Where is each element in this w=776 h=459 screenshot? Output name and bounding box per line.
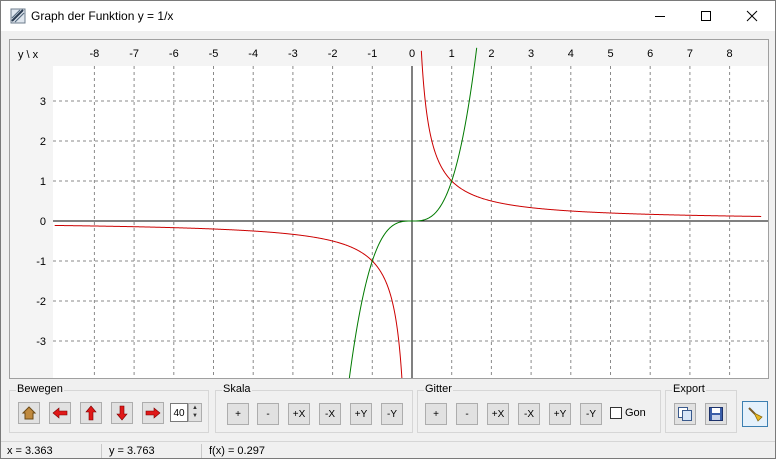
scale-y-plus-button[interactable]: +Y [350,403,372,425]
y-tick-label: -1 [36,256,46,268]
arrow-left-icon [52,407,68,419]
copy-icon [678,407,692,421]
y-tick-label: 2 [40,136,46,148]
broom-icon [748,407,763,422]
home-icon [21,406,37,420]
scale-x-plus-button[interactable]: +X [288,403,310,425]
clear-button[interactable] [742,401,768,427]
x-tick-label: -8 [90,48,100,60]
close-button[interactable] [729,1,775,31]
move-right-button[interactable] [142,402,164,424]
close-icon [746,10,758,22]
window-title: Graph der Funktion y = 1/x [31,9,174,23]
corner-label: y \ x [18,49,39,61]
copy-button[interactable] [674,403,696,425]
y-tick-labels: 3 2 1 0 -1 -2 -3 [36,96,46,348]
x-tick-label: 8 [727,48,733,60]
y-tick-label: -3 [36,336,46,348]
scale-group-title: Skala [222,383,252,395]
y-tick-label: 1 [40,176,46,188]
x-tick-label: 4 [568,48,574,60]
x-tick-label: -5 [209,48,219,60]
x-tick-label: -3 [288,48,298,60]
status-separator [101,444,102,458]
x-tick-label: 0 [409,48,415,60]
x-tick-labels: -8 -7 -6 -5 -4 -3 -2 -1 0 1 2 3 4 5 6 7 8 [90,48,733,60]
grid-group-title: Gitter [424,383,453,395]
scale-zoom-out-button[interactable]: - [257,403,279,425]
x-tick-label: 1 [449,48,455,60]
arrow-up-icon [85,405,97,421]
step-input[interactable]: 40 [170,403,188,422]
x-tick-label: -1 [367,48,377,60]
save-icon [709,407,723,421]
spin-up-icon[interactable]: ▲ [189,404,201,412]
export-group-title: Export [672,383,706,395]
x-tick-label: -2 [328,48,338,60]
app-icon [10,8,26,24]
move-down-button[interactable] [111,402,133,424]
x-tick-label: 2 [488,48,494,60]
arrow-right-icon [145,407,161,419]
x-tick-label: -6 [169,48,179,60]
y-tick-label: -2 [36,296,46,308]
y-tick-label: 3 [40,96,46,108]
gon-label: Gon [625,407,646,419]
step-spinner[interactable]: ▲ ▼ [188,403,202,422]
maximize-icon [701,11,711,21]
status-fx: f(x) = 0.297 [209,445,265,457]
status-x: x = 3.363 [7,445,53,457]
minimize-button[interactable] [637,1,683,31]
grid-x-minus-button[interactable]: -X [518,403,540,425]
x-tick-label: -7 [129,48,139,60]
move-group-title: Bewegen [16,383,64,395]
arrow-down-icon [116,405,128,421]
title-bar: Graph der Funktion y = 1/x [1,1,775,31]
y-tick-label: 0 [40,216,46,228]
x-tick-label: 3 [528,48,534,60]
x-tick-label: 7 [687,48,693,60]
scale-zoom-in-button[interactable]: + [227,403,249,425]
x-tick-label: 5 [607,48,613,60]
status-bar: x = 3.363 y = 3.763 f(x) = 0.297 [1,441,775,459]
grid-y-plus-button[interactable]: +Y [549,403,571,425]
maximize-button[interactable] [683,1,729,31]
move-up-button[interactable] [80,402,102,424]
gon-checkbox[interactable] [610,407,622,419]
home-button[interactable] [18,402,40,424]
grid-finer-button[interactable]: + [425,403,447,425]
x-tick-label: -4 [248,48,258,60]
grid-coarser-button[interactable]: - [456,403,478,425]
move-left-button[interactable] [49,402,71,424]
status-y: y = 3.763 [109,445,155,457]
scale-x-minus-button[interactable]: -X [319,403,341,425]
x-tick-label: 6 [647,48,653,60]
scale-y-minus-button[interactable]: -Y [381,403,403,425]
spin-down-icon[interactable]: ▼ [189,412,201,420]
grid-x-plus-button[interactable]: +X [487,403,509,425]
graph-canvas[interactable]: y \ x -8 -7 -6 -5 -4 -3 -2 -1 0 1 2 3 4 5 6 7 8 3 2 1 0 -1 -2… [10,40,768,378]
grid-y-minus-button[interactable]: -Y [580,403,602,425]
status-separator [201,444,202,458]
minimize-icon [655,16,665,17]
save-button[interactable] [705,403,727,425]
graph-area[interactable]: y \ x -8 -7 -6 -5 -4 -3 -2 -1 0 1 2 3 4 5 6 7 8 3 2 1 0 -1 -2… [9,39,769,379]
plot-background [53,66,768,378]
main-window: Graph der Funktion y = 1/x y \ x -8 -7 -6-… [0,0,776,459]
